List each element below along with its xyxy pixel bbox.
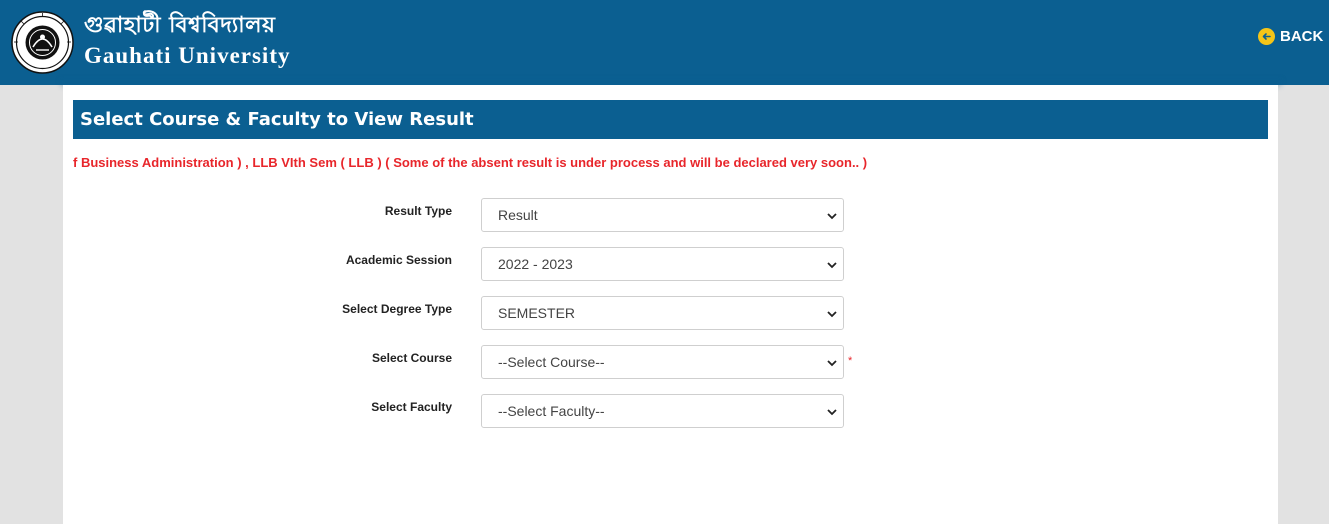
back-label: BACK (1280, 28, 1324, 45)
result-type-row: Result Type Result (63, 198, 1278, 232)
chevron-down-icon (827, 311, 837, 318)
university-name-english: Gauhati University (84, 43, 291, 68)
notice-marquee: f Business Administration ) , LLB VIth S… (63, 154, 1278, 172)
panel-title: Select Course & Faculty to View Result (73, 100, 1268, 139)
result-type-value: Result (498, 207, 538, 223)
course-value: --Select Course-- (498, 354, 605, 370)
chevron-down-icon (827, 213, 837, 220)
course-select[interactable]: --Select Course-- (481, 345, 844, 379)
arrow-left-circle-icon (1258, 28, 1275, 45)
course-row: Select Course --Select Course-- * (63, 345, 1278, 379)
academic-session-label: Academic Session (345, 253, 452, 267)
result-panel: Select Course & Faculty to View Result f… (63, 85, 1278, 524)
faculty-select[interactable]: --Select Faculty-- (481, 394, 844, 428)
chevron-down-icon (827, 262, 837, 269)
chevron-down-icon (827, 409, 837, 416)
notice-text: f Business Administration ) , LLB VIth S… (73, 155, 868, 170)
result-type-select[interactable]: Result (481, 198, 844, 232)
site-header: গুৱাহাটী বিশ্ববিদ্যালয় Gauhati Universi… (0, 0, 1329, 85)
course-label: Select Course (371, 351, 452, 365)
academic-session-row: Academic Session 2022 - 2023 (63, 247, 1278, 281)
back-button[interactable]: BACK (1258, 28, 1323, 45)
result-type-label: Result Type (384, 204, 452, 218)
faculty-row: Select Faculty --Select Faculty-- (63, 394, 1278, 428)
university-seal-icon (11, 11, 74, 74)
academic-session-select[interactable]: 2022 - 2023 (481, 247, 844, 281)
chevron-down-icon (827, 360, 837, 367)
university-name-bengali: গুৱাহাটী বিশ্ববিদ্যালয় (84, 13, 276, 38)
degree-type-select[interactable]: SEMESTER (481, 296, 844, 330)
degree-type-label: Select Degree Type (342, 302, 452, 316)
faculty-value: --Select Faculty-- (498, 403, 605, 419)
academic-session-value: 2022 - 2023 (498, 256, 573, 272)
required-asterisk: * (848, 355, 853, 367)
degree-type-row: Select Degree Type SEMESTER (63, 296, 1278, 330)
degree-type-value: SEMESTER (498, 305, 576, 321)
faculty-label: Select Faculty (371, 400, 452, 414)
